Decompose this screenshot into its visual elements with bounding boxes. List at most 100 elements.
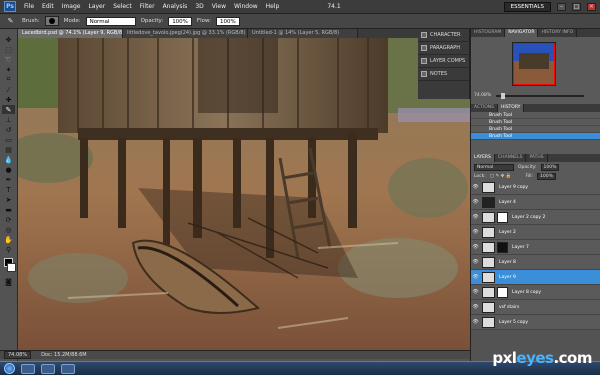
minimize-icon[interactable]: – <box>557 2 566 11</box>
menu-edit[interactable]: Edit <box>42 3 54 10</box>
gradient-tool-icon[interactable]: ▤ <box>2 145 15 154</box>
dock-paragraph[interactable]: PARAGRAPH <box>418 42 469 55</box>
layer-row[interactable]: 👁 Layer 8 <box>471 255 600 270</box>
background-color-swatch[interactable] <box>7 263 16 272</box>
tab-navigator[interactable]: NAVIGATOR <box>505 29 539 37</box>
zoom-level[interactable]: 74.1 <box>327 3 340 10</box>
path-select-tool-icon[interactable]: ➤ <box>2 195 15 204</box>
status-zoom[interactable]: 74.08% <box>4 351 32 359</box>
navigator-thumbnail[interactable] <box>512 42 556 86</box>
quick-mask-icon[interactable]: ◙ <box>2 277 15 286</box>
taskbar-browser-icon[interactable] <box>41 363 55 374</box>
opacity-field[interactable]: 100% <box>168 16 192 26</box>
menu-select[interactable]: Select <box>113 3 132 10</box>
menu-view[interactable]: View <box>212 3 226 10</box>
eye-icon[interactable]: 👁 <box>471 274 480 280</box>
dock-notes[interactable]: NOTES <box>418 68 469 81</box>
layer-row[interactable]: 👁 Layer 5 copy <box>471 315 600 330</box>
tab-histogram[interactable]: HISTOGRAM <box>471 29 506 37</box>
eyedropper-tool-icon[interactable]: ⁄ <box>2 85 15 94</box>
layer-row[interactable]: 👁 Layer 4 <box>471 195 600 210</box>
menu-image[interactable]: Image <box>62 3 81 10</box>
layer-row[interactable]: 👁 Layer 9 copy <box>471 180 600 195</box>
hand-tool-icon[interactable]: ✋ <box>2 235 15 244</box>
layer-row[interactable]: 👁 Layer 8 copy <box>471 285 600 300</box>
eye-icon[interactable]: 👁 <box>471 184 480 190</box>
dock-character[interactable]: CHARACTER <box>418 29 469 42</box>
navigator-view-rect[interactable] <box>513 43 555 85</box>
eye-icon[interactable]: 👁 <box>471 289 480 295</box>
3d-rotate-tool-icon[interactable]: ⟳ <box>2 215 15 224</box>
fill-field[interactable]: 100% <box>537 173 556 180</box>
lasso-tool-icon[interactable]: ➰ <box>2 55 15 64</box>
quick-select-tool-icon[interactable]: ✦ <box>2 65 15 74</box>
brush-tool-icon[interactable]: ✎ <box>2 105 15 114</box>
blur-tool-icon[interactable]: 💧 <box>2 155 15 164</box>
tab-actions[interactable]: ACTIONS <box>471 104 498 112</box>
flow-field[interactable]: 100% <box>216 16 240 26</box>
marquee-tool-icon[interactable]: ⬚ <box>2 45 15 54</box>
eye-icon[interactable]: 👁 <box>471 199 480 205</box>
layer-row[interactable]: 👁 Layer 2 <box>471 225 600 240</box>
layer-row[interactable]: 👁 Layer 7 <box>471 240 600 255</box>
history-brush-tool-icon[interactable]: ↺ <box>2 125 15 134</box>
eye-icon[interactable]: 👁 <box>471 229 480 235</box>
eye-icon[interactable]: 👁 <box>471 304 480 310</box>
tab-channels[interactable]: CHANNELS <box>495 154 527 162</box>
layer-mask[interactable] <box>497 211 508 223</box>
document-canvas[interactable] <box>18 38 470 350</box>
lock-icon[interactable]: ▢ ✎ ✥ 🔒 <box>490 174 512 179</box>
dodge-tool-icon[interactable]: ● <box>2 165 15 174</box>
layer-mask[interactable] <box>497 241 508 253</box>
crop-tool-icon[interactable]: ⌗ <box>2 75 15 84</box>
workspace-switcher[interactable]: ESSENTIALS <box>503 1 551 12</box>
tab-history[interactable]: HISTORY <box>497 104 525 112</box>
menu-layer[interactable]: Layer <box>88 3 105 10</box>
tab-lacedbird[interactable]: Lacedbird.psd @ 74.1% (Layer 9, RGB/8) * <box>18 29 123 38</box>
history-item[interactable]: Brush Tool <box>471 119 600 126</box>
type-tool-icon[interactable]: T <box>2 185 15 194</box>
blend-mode-select[interactable]: Normal <box>474 164 514 171</box>
brush-preset-picker[interactable] <box>44 16 59 26</box>
layer-row[interactable]: 👁 Layer 2 copy 2 <box>471 210 600 225</box>
history-item-current[interactable]: Brush Tool <box>471 133 600 140</box>
layer-row-selected[interactable]: 👁 Layer 9 <box>471 270 600 285</box>
move-tool-icon[interactable]: ✥ <box>2 35 15 44</box>
healing-tool-icon[interactable]: ✚ <box>2 95 15 104</box>
tab-layers[interactable]: LAYERS <box>471 154 495 162</box>
eye-icon[interactable]: 👁 <box>471 319 480 325</box>
history-item[interactable]: Brush Tool <box>471 112 600 119</box>
tab-littledove[interactable]: littledove_tavolo.jpeg(24).jpg @ 33.1% (… <box>123 29 248 38</box>
dock-layer-comps[interactable]: LAYER COMPS <box>418 55 469 68</box>
eye-icon[interactable]: 👁 <box>471 214 480 220</box>
history-item[interactable]: Brush Tool <box>471 126 600 133</box>
layer-mask[interactable] <box>497 286 508 298</box>
taskbar-explorer-icon[interactable] <box>21 363 35 374</box>
navigator-zoom-knob[interactable] <box>501 93 505 99</box>
pen-tool-icon[interactable]: ✒ <box>2 175 15 184</box>
brush-tool-icon[interactable]: ✎ <box>4 17 17 26</box>
menu-window[interactable]: Window <box>234 3 258 10</box>
menu-analysis[interactable]: Analysis <box>163 3 188 10</box>
eye-icon[interactable]: 👁 <box>471 259 480 265</box>
navigator-zoom-slider[interactable] <box>496 95 584 97</box>
layer-opacity-field[interactable]: 100% <box>540 164 560 171</box>
menu-help[interactable]: Help <box>266 3 280 10</box>
zoom-tool-icon[interactable]: ⚲ <box>2 245 15 254</box>
shape-tool-icon[interactable]: ▬ <box>2 205 15 214</box>
mode-select[interactable]: Normal <box>85 16 136 26</box>
tab-history-info[interactable]: HISTORY INFO <box>538 29 578 37</box>
menu-file[interactable]: File <box>24 3 34 10</box>
menu-3d[interactable]: 3D <box>195 3 203 10</box>
start-button-icon[interactable] <box>4 363 15 374</box>
menu-filter[interactable]: Filter <box>140 3 155 10</box>
navigator-zoom[interactable]: 74.08% <box>474 93 491 98</box>
close-icon[interactable]: × <box>587 2 596 11</box>
tab-untitled[interactable]: Untitled-1 @ 14% (Layer 5, RGB/8) <box>248 29 358 38</box>
taskbar-photoshop-icon[interactable] <box>61 363 75 374</box>
tab-paths[interactable]: PATHS <box>526 154 548 162</box>
maximize-icon[interactable]: □ <box>572 2 581 11</box>
clone-stamp-tool-icon[interactable]: ⊥ <box>2 115 15 124</box>
layer-row[interactable]: 👁 vsf stairs <box>471 300 600 315</box>
eraser-tool-icon[interactable]: ▭ <box>2 135 15 144</box>
